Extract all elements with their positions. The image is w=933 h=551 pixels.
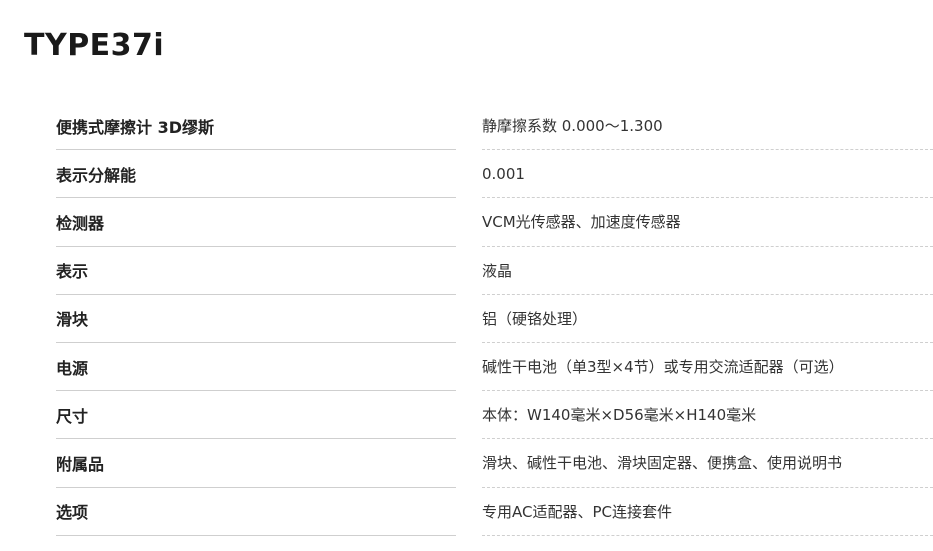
spec-label: 选项 [56, 488, 456, 536]
spec-label: 附属品 [56, 439, 456, 488]
spec-row: 滑块 铝（硬铬处理） [56, 295, 933, 343]
spec-value: 专用AC适配器、PC连接套件 [482, 488, 933, 536]
spec-label: 表示分解能 [56, 150, 456, 199]
spec-label: 滑块 [56, 295, 456, 343]
spec-row: 检测器 VCM光传感器、加速度传感器 [56, 198, 933, 247]
spec-row: 尺寸 本体：W140毫米×D56毫米×H140毫米 [56, 391, 933, 440]
spec-row: 表示 液晶 [56, 247, 933, 295]
spec-label: 表示 [56, 247, 456, 295]
spec-row: 表示分解能 0.001 [56, 150, 933, 199]
spec-label: 电源 [56, 343, 456, 392]
spec-value: 静摩擦系数 0.000～1.300 [482, 102, 933, 151]
spec-value: 液晶 [482, 247, 933, 295]
spec-row: 附属品 滑块、碱性干电池、滑块固定器、便携盒、使用说明书 [56, 439, 933, 488]
spec-value: 本体：W140毫米×D56毫米×H140毫米 [482, 391, 933, 440]
spec-value: 滑块、碱性干电池、滑块固定器、便携盒、使用说明书 [482, 439, 933, 488]
spec-row: 电源 碱性干电池（单3型×4节）或专用交流适配器（可选） [56, 343, 933, 392]
spec-value: 0.001 [482, 150, 933, 199]
spec-value: VCM光传感器、加速度传感器 [482, 198, 933, 247]
spec-row: 选项 专用AC适配器、PC连接套件 [56, 488, 933, 536]
page-title: TYPE37i [24, 28, 165, 63]
spec-table: 便携式摩擦计 3D缪斯 静摩擦系数 0.000～1.300 表示分解能 0.00… [56, 102, 933, 536]
spec-value: 铝（硬铬处理） [482, 295, 933, 343]
spec-label: 尺寸 [56, 391, 456, 440]
spec-value: 碱性干电池（单3型×4节）或专用交流适配器（可选） [482, 343, 933, 392]
spec-label: 检测器 [56, 198, 456, 247]
spec-label: 便携式摩擦计 3D缪斯 [56, 102, 456, 151]
spec-row: 便携式摩擦计 3D缪斯 静摩擦系数 0.000～1.300 [56, 102, 933, 151]
